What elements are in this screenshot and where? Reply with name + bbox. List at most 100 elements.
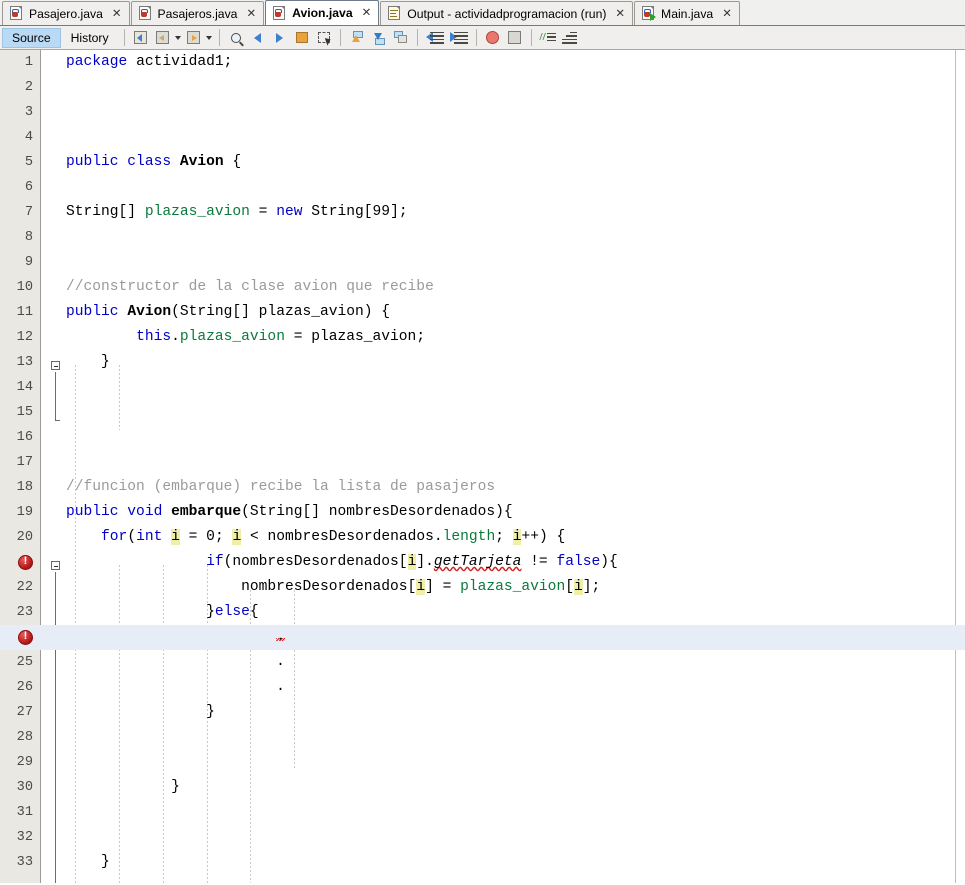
code-line[interactable]: 1 package actividad1;	[0, 50, 965, 75]
code-line[interactable]: 27 }	[0, 700, 965, 725]
line-content: public Avion(String[] plazas_avion) {	[66, 304, 391, 320]
line-number: 15	[16, 405, 33, 420]
code-line-error[interactable]: if(nombresDesordenados[i].getTarjeta != …	[0, 550, 965, 575]
last-edit-icon[interactable]	[130, 28, 152, 48]
close-icon[interactable]: ✕	[246, 7, 256, 20]
back-navigate-icon[interactable]	[152, 28, 174, 48]
code-line[interactable]: 19 public void embarque(String[] nombres…	[0, 500, 965, 525]
code-line[interactable]: 5 public class Avion {	[0, 150, 965, 175]
code-line[interactable]: 30 }	[0, 775, 965, 800]
tab-source[interactable]: Source	[2, 27, 61, 48]
line-number: 1	[24, 55, 33, 70]
tab-history[interactable]: History	[61, 28, 119, 48]
shift-line-right-icon[interactable]	[447, 28, 471, 48]
toolbar-separator	[218, 29, 220, 46]
code-line[interactable]: 17	[0, 450, 965, 475]
error-marker-icon[interactable]	[18, 554, 33, 570]
code-line[interactable]: 4	[0, 125, 965, 150]
code-line[interactable]: 13 }	[0, 350, 965, 375]
forward-navigate-dropdown-icon[interactable]	[205, 28, 214, 48]
line-number: 31	[16, 805, 33, 820]
editor-tab-pasajeros-java[interactable]: Pasajeros.java ✕	[130, 1, 265, 25]
editor-tab-avion-java[interactable]: Avion.java ✕	[265, 0, 380, 25]
uncomment-icon[interactable]	[559, 28, 581, 48]
code-editor[interactable]: 1 package actividad1; 2 3 4 5 public cla…	[0, 50, 965, 883]
line-content: }	[66, 704, 215, 720]
code-line[interactable]: 28	[0, 725, 965, 750]
code-line[interactable]: 6	[0, 175, 965, 200]
code-line[interactable]: 18 //funcion (embarque) recibe la lista …	[0, 475, 965, 500]
code-line[interactable]: 31	[0, 800, 965, 825]
line-content: public class Avion {	[66, 154, 242, 170]
line-number: 2	[24, 80, 33, 95]
close-icon[interactable]: ✕	[722, 7, 732, 20]
close-icon[interactable]: ✕	[615, 7, 625, 20]
line-content: nombresDesordenados[i] = plazas_avion[i]…	[66, 579, 601, 595]
line-content: .	[276, 629, 285, 645]
code-line[interactable]: 32	[0, 825, 965, 850]
code-line[interactable]: 33 }	[0, 850, 965, 875]
editor-tab-label: Main.java	[661, 6, 714, 21]
editor-tab-label: Output - actividadprogramacion (run)	[407, 6, 607, 21]
editor-tab-main-java[interactable]: Main.java ✕	[634, 1, 740, 25]
line-number: 19	[16, 505, 33, 520]
shift-line-left-icon[interactable]	[423, 28, 447, 48]
toolbar-separator	[475, 29, 477, 46]
stop-macro-recording-icon[interactable]	[504, 28, 526, 48]
toggle-highlight-icon[interactable]	[291, 28, 313, 48]
line-number: 18	[16, 480, 33, 495]
netbeans-editor-window: Pasajero.java ✕ Pasajeros.java ✕ Avion.j…	[0, 0, 965, 885]
find-previous-icon[interactable]	[247, 28, 269, 48]
previous-bookmark-icon[interactable]	[313, 28, 335, 48]
code-line[interactable]: 7 String[] plazas_avion = new String[99]…	[0, 200, 965, 225]
next-bookmark-up-icon[interactable]	[346, 28, 368, 48]
find-next-icon[interactable]	[269, 28, 291, 48]
line-content: this.plazas_avion = plazas_avion;	[136, 329, 426, 345]
line-number: 11	[16, 305, 33, 320]
toggle-bookmark-icon[interactable]	[390, 28, 412, 48]
code-line[interactable]: 16	[0, 425, 965, 450]
toolbar-separator	[416, 29, 418, 46]
line-content: }	[66, 779, 180, 795]
find-selection-icon[interactable]	[225, 28, 247, 48]
code-lines: 1 package actividad1; 2 3 4 5 public cla…	[0, 50, 965, 883]
toolbar-separator	[530, 29, 532, 46]
code-line[interactable]: 25 .	[0, 650, 965, 675]
line-content: .	[66, 654, 285, 670]
forward-navigate-icon[interactable]	[183, 28, 205, 48]
java-main-file-icon	[641, 6, 657, 21]
editor-tab-label: Avion.java	[292, 6, 353, 20]
close-icon[interactable]: ✕	[112, 7, 122, 20]
code-line[interactable]: 11 public Avion(String[] plazas_avion) {	[0, 300, 965, 325]
editor-tab-output-window[interactable]: Output - actividadprogramacion (run) ✕	[380, 1, 634, 25]
line-number: 9	[24, 255, 33, 270]
code-line-current[interactable]: .	[0, 625, 965, 650]
code-line[interactable]: 8	[0, 225, 965, 250]
code-line[interactable]: 23 }else{	[0, 600, 965, 625]
line-number: 3	[24, 105, 33, 120]
code-line[interactable]: 29	[0, 750, 965, 775]
code-line[interactable]: 20 for(int i = 0; i < nombresDesordenado…	[0, 525, 965, 550]
code-line[interactable]: 12 this.plazas_avion = plazas_avion;	[0, 325, 965, 350]
comment-icon[interactable]: //	[537, 28, 559, 48]
code-line[interactable]: 22 nombresDesordenados[i] = plazas_avion…	[0, 575, 965, 600]
line-number: 10	[16, 280, 33, 295]
line-content: public void embarque(String[] nombresDes…	[66, 504, 513, 520]
editor-tab-bar: Pasajero.java ✕ Pasajeros.java ✕ Avion.j…	[0, 0, 965, 26]
line-number: 8	[24, 230, 33, 245]
line-number: 33	[16, 855, 33, 870]
error-marker-icon[interactable]	[18, 629, 33, 645]
editor-tab-pasajero-java[interactable]: Pasajero.java ✕	[2, 1, 130, 25]
code-line[interactable]: 9	[0, 250, 965, 275]
toolbar-separator	[339, 29, 341, 46]
close-icon[interactable]: ✕	[362, 7, 372, 19]
code-line[interactable]: 26 .	[0, 675, 965, 700]
next-bookmark-down-icon[interactable]	[368, 28, 390, 48]
back-navigate-dropdown-icon[interactable]	[174, 28, 183, 48]
code-line[interactable]: 10 //constructor de la clase avion que r…	[0, 275, 965, 300]
code-line[interactable]: 15	[0, 400, 965, 425]
code-line[interactable]: 3	[0, 100, 965, 125]
start-macro-recording-icon[interactable]	[482, 28, 504, 48]
code-line[interactable]: 14	[0, 375, 965, 400]
code-line[interactable]: 2	[0, 75, 965, 100]
